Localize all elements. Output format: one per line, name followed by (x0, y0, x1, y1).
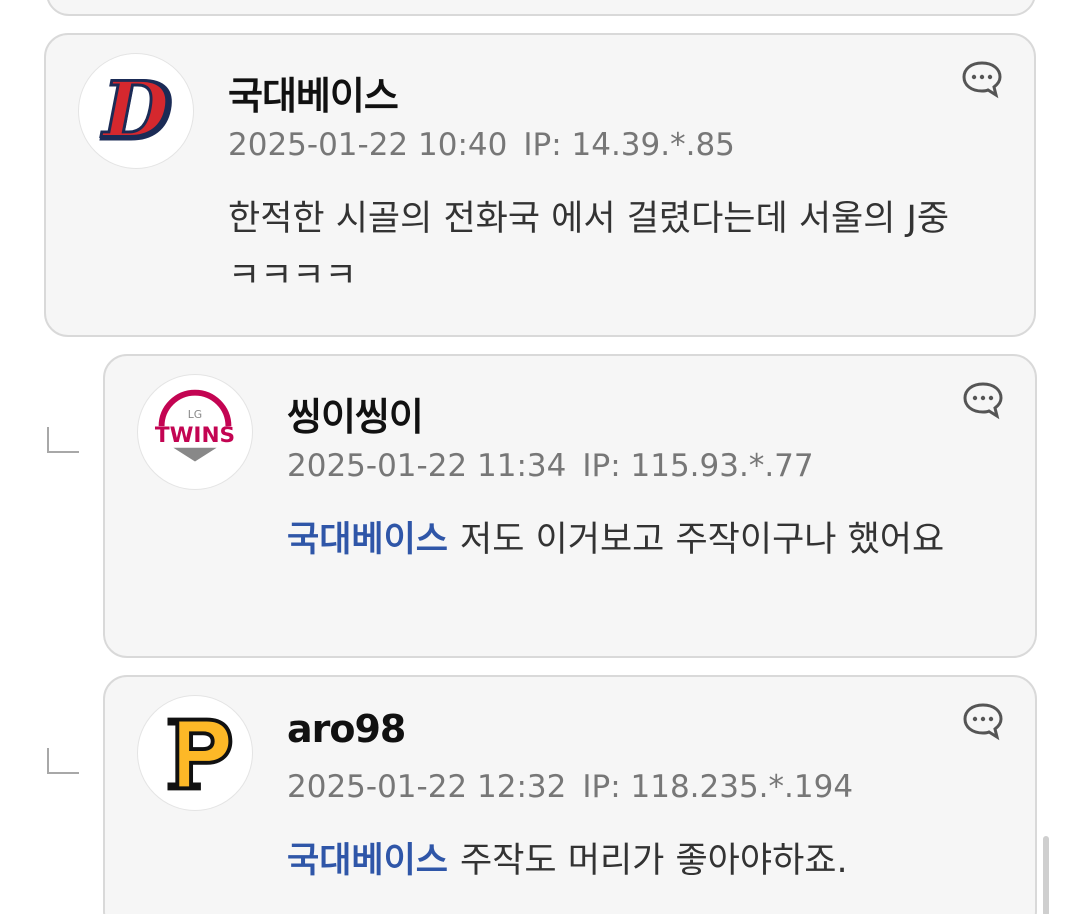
comment-text: 한적한 시골의 전화국 에서 걸렸다는데 서울의 J중 ㅋㅋㅋㅋ (228, 199, 950, 296)
reply-bubble-icon[interactable] (960, 59, 1004, 99)
mention-link[interactable]: 국대베이스 (287, 520, 448, 560)
comment-nickname[interactable]: aro98 (287, 707, 406, 751)
comment-ip: IP: 115.93.*.77 (582, 448, 814, 484)
svg-text:D: D (101, 66, 169, 156)
comment-card: D D 국대베이스 2025-01-22 10:40 IP: 14.39.*.85… (44, 33, 1036, 337)
comment-ip: IP: 118.235.*.194 (582, 769, 854, 805)
comment-text-content: 저도 이거보고 주작이구나 했어요 (460, 520, 945, 560)
reply-comment-card: LG TWINS 씽이씽이 2025-01-22 11:34 IP: 115.93… (103, 354, 1037, 658)
comment-nickname[interactable]: 씽이씽이 (287, 386, 424, 441)
lg-twins-logo-icon[interactable]: LG TWINS (137, 374, 253, 490)
doosan-bears-d-logo-icon[interactable]: D D (78, 53, 194, 169)
lg-logo-text: TWINS (155, 423, 235, 448)
comment-ip: IP: 14.39.*.85 (523, 127, 735, 163)
reply-comment-card: aro98 2025-01-22 12:32 IP: 118.235.*.194 … (103, 675, 1037, 914)
scrollbar-thumb[interactable] (1043, 836, 1049, 914)
comment-meta: 2025-01-22 12:32 IP: 118.235.*.194 (287, 769, 853, 805)
comment-datetime: 2025-01-22 12:32 (287, 769, 567, 805)
reply-indent-icon (47, 748, 79, 774)
comment-text: 국대베이스 저도 이거보고 주작이구나 했어요 (287, 512, 1047, 569)
comment-list: D D 국대베이스 2025-01-22 10:40 IP: 14.39.*.85… (0, 0, 1080, 914)
reply-indent-icon (47, 427, 79, 453)
lg-logo-small-text: LG (188, 408, 202, 421)
comment-text-content: 주작도 머리가 좋아야하죠. (460, 841, 848, 881)
reply-bubble-icon[interactable] (961, 701, 1005, 741)
comment-text: 국대베이스 주작도 머리가 좋아야하죠. (287, 833, 1047, 890)
comment-meta: 2025-01-22 10:40 IP: 14.39.*.85 (228, 127, 735, 163)
mention-link[interactable]: 국대베이스 (287, 841, 448, 881)
comment-datetime: 2025-01-22 10:40 (228, 127, 508, 163)
previous-comment-card (46, 0, 1036, 16)
reply-bubble-icon[interactable] (961, 380, 1005, 420)
comment-datetime: 2025-01-22 11:34 (287, 448, 567, 484)
comment-meta: 2025-01-22 11:34 IP: 115.93.*.77 (287, 448, 814, 484)
comment-nickname[interactable]: 국대베이스 (228, 65, 399, 120)
pittsburgh-p-logo-icon[interactable] (137, 695, 253, 811)
